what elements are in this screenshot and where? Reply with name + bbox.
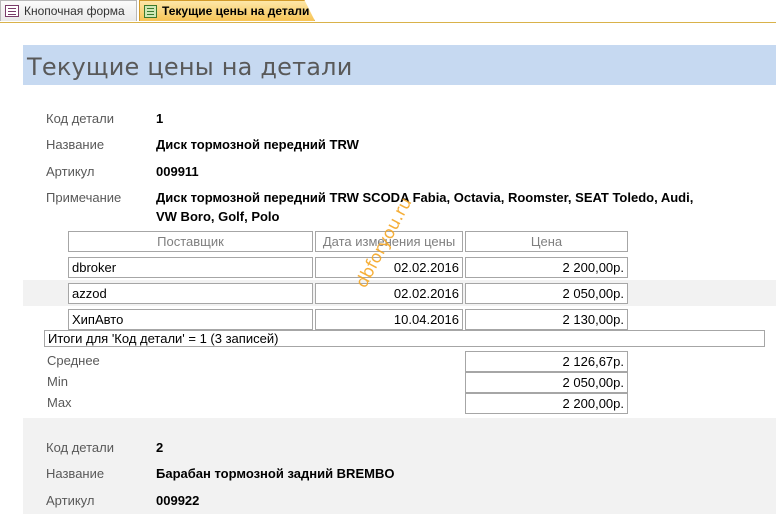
name-value: Диск тормозной передний TRW (156, 137, 359, 152)
table-cell-price: 2 200,00р. (465, 257, 628, 278)
note-value-line1: Диск тормозной передний TRW SCODA Fabia,… (156, 190, 694, 205)
average-value: 2 126,67р. (465, 351, 628, 372)
report-header: Текущие цены на детали (23, 45, 776, 85)
table-cell-price: 2 130,00р. (465, 309, 628, 330)
max-value: 2 200,00р. (465, 393, 628, 414)
table-cell-date: 02.02.2016 (315, 257, 463, 278)
report-icon (144, 4, 157, 18)
tab-switchboard-form[interactable]: Кнопочная форма (0, 0, 137, 21)
article-label: Артикул (46, 164, 95, 179)
note-label: Примечание (46, 190, 122, 205)
article-value: 009922 (156, 493, 200, 508)
code-value: 2 (156, 440, 164, 455)
tab-current-prices-report[interactable]: Текущие цены на детали (139, 0, 315, 21)
article-value: 009911 (156, 164, 199, 179)
min-value: 2 050,00р. (465, 372, 628, 393)
report-title: Текущие цены на детали (27, 53, 353, 81)
column-header-price: Цена (465, 231, 628, 252)
article-label: Артикул (46, 493, 95, 508)
table-cell-date: 10.04.2016 (315, 309, 463, 330)
form-icon (5, 5, 19, 17)
table-cell-supplier: dbroker (68, 257, 313, 278)
name-label: Название (46, 137, 105, 152)
record-band (23, 418, 776, 514)
name-label: Название (46, 466, 105, 481)
table-cell-date: 02.02.2016 (315, 283, 463, 304)
tab-label: Текущие цены на детали (162, 4, 310, 18)
table-cell-supplier: azzod (68, 283, 313, 304)
table-cell-supplier: ХипАвто (68, 309, 313, 330)
max-label: Max (47, 395, 72, 410)
column-header-supplier: Поставщик (68, 231, 313, 252)
name-value: Барабан тормозной задний BREMBO (156, 466, 395, 481)
table-cell-price: 2 050,00р. (465, 283, 628, 304)
code-value: 1 (156, 111, 164, 126)
average-label: Среднее (47, 353, 100, 368)
min-label: Min (47, 374, 68, 389)
document-tab-bar: Кнопочная форма Текущие цены на детали (0, 0, 776, 23)
tab-label: Кнопочная форма (24, 4, 125, 18)
group-summary: Итоги для 'Код детали' = 1 (3 записей) (44, 330, 765, 347)
code-label: Код детали (46, 440, 114, 455)
code-label: Код детали (46, 111, 114, 126)
note-value-line2: VW Boro, Golf, Polo (156, 209, 280, 224)
